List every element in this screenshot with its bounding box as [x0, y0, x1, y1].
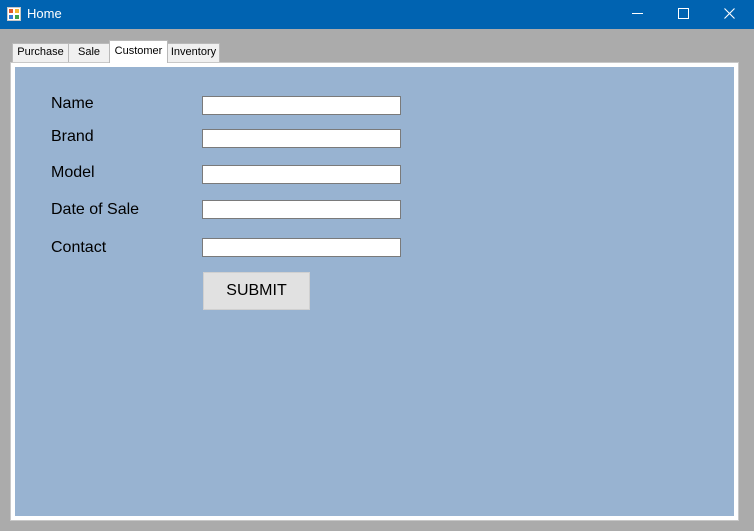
close-icon [723, 6, 735, 24]
name-label: Name [51, 95, 94, 112]
maximize-icon [677, 6, 689, 24]
submit-button[interactable]: SUBMIT [203, 272, 310, 310]
brand-input[interactable] [202, 129, 401, 148]
date-of-sale-label: Date of Sale [51, 201, 140, 218]
contact-input[interactable] [202, 238, 401, 257]
date-of-sale-input[interactable] [202, 200, 401, 219]
name-input[interactable] [202, 96, 401, 115]
title-bar[interactable]: Home [0, 0, 754, 29]
tab-purchase[interactable]: Purchase [12, 43, 69, 62]
model-input[interactable] [202, 165, 401, 184]
customer-form: Name Brand Model Date of Sale Contact SU… [15, 67, 734, 516]
tab-inventory[interactable]: Inventory [167, 43, 220, 62]
minimize-icon [631, 6, 643, 24]
model-label: Model [51, 164, 95, 181]
contact-label: Contact [51, 239, 107, 256]
window-title: Home [27, 6, 62, 21]
brand-label: Brand [51, 128, 94, 145]
app-window-icon [7, 7, 21, 21]
tab-panel-customer: Name Brand Model Date of Sale Contact SU… [10, 62, 739, 521]
maximize-button[interactable] [660, 0, 706, 29]
tab-sale[interactable]: Sale [68, 43, 110, 62]
close-button[interactable] [706, 0, 752, 29]
tab-customer[interactable]: Customer [109, 40, 168, 63]
minimize-button[interactable] [614, 0, 660, 29]
